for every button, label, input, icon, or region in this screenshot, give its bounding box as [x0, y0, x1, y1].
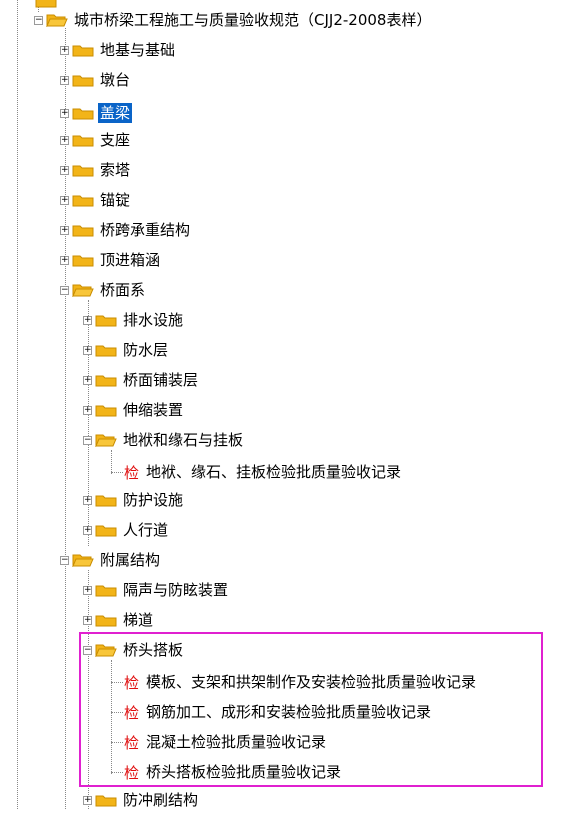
- expand-toggle-icon[interactable]: +: [83, 495, 92, 505]
- collapse-toggle-icon[interactable]: −: [83, 435, 92, 445]
- expand-toggle-icon[interactable]: +: [60, 225, 69, 235]
- collapse-toggle-icon[interactable]: −: [34, 15, 43, 25]
- tree-item-label: 防水层: [123, 341, 169, 359]
- tree-item-record[interactable]: 检 地袱、缘石、挂板检验批质量验收记录: [124, 457, 403, 487]
- tree-item-scour-protection[interactable]: + 防冲刷结构: [83, 785, 200, 815]
- folder-icon: [72, 43, 94, 57]
- expand-toggle-icon[interactable]: +: [83, 525, 92, 535]
- highlight-box: [79, 632, 543, 787]
- expand-toggle-icon[interactable]: +: [83, 345, 92, 355]
- folder-icon: [95, 403, 117, 417]
- folder-icon: [95, 493, 117, 507]
- folder-icon: [95, 523, 117, 537]
- tree-item-curb-fascia[interactable]: − 地袱和缘石与挂板: [83, 425, 245, 455]
- expand-toggle-icon[interactable]: +: [60, 45, 69, 55]
- tree-item-waterproof[interactable]: + 防水层: [83, 335, 170, 365]
- folder-icon: [72, 163, 94, 177]
- folder-icon: [95, 613, 117, 627]
- tree-item-foundation[interactable]: + 地基与基础: [60, 35, 177, 65]
- expand-toggle-icon[interactable]: +: [83, 615, 92, 625]
- tree-item-drainage[interactable]: + 排水设施: [83, 305, 185, 335]
- tree-item-label: 人行道: [123, 521, 169, 539]
- expand-toggle-icon[interactable]: +: [83, 795, 92, 805]
- tree-item-expansion-joint[interactable]: + 伸缩装置: [83, 395, 185, 425]
- expand-toggle-icon[interactable]: +: [83, 375, 92, 385]
- folder-open-icon: [72, 553, 94, 567]
- inspection-record-icon: 检: [124, 463, 140, 482]
- tree-item-box-culvert[interactable]: + 顶进箱涵: [60, 245, 162, 275]
- project-tree: − 城市桥梁工程施工与质量验收规范（CJJ2-2008表样） + 地基与基础 +…: [0, 0, 588, 809]
- tree-item-noise-barrier[interactable]: + 隔声与防眩装置: [83, 575, 230, 605]
- tree-item-label: 锚锭: [100, 191, 131, 209]
- tree-item-label: 桥面系: [100, 281, 146, 299]
- tree-guide-line: [111, 472, 123, 473]
- folder-icon: [72, 133, 94, 147]
- tree-item-span-structure[interactable]: + 桥跨承重结构: [60, 215, 192, 245]
- folder-open-icon: [72, 283, 94, 297]
- folder-icon: [95, 583, 117, 597]
- tree-item-label: 墩台: [100, 71, 131, 89]
- tree-item-anchorage[interactable]: + 锚锭: [60, 185, 132, 215]
- tree-item-capbeam[interactable]: + 盖梁: [60, 98, 133, 128]
- tree-item-label: 地袱和缘石与挂板: [123, 431, 244, 449]
- tree-item-label-selected: 盖梁: [98, 103, 133, 123]
- tree-item-label: 顶进箱涵: [100, 251, 161, 269]
- expand-toggle-icon[interactable]: +: [60, 165, 69, 175]
- folder-icon: [95, 793, 117, 807]
- tree-item-label: 伸缩装置: [123, 401, 184, 419]
- folder-icon: [72, 253, 94, 267]
- tree-item-label: 隔声与防眩装置: [123, 581, 229, 599]
- collapse-toggle-icon[interactable]: −: [60, 285, 69, 295]
- collapse-toggle-icon[interactable]: −: [60, 555, 69, 565]
- folder-icon: [95, 343, 117, 357]
- expand-toggle-icon[interactable]: +: [83, 405, 92, 415]
- folder-icon: [72, 193, 94, 207]
- tree-item-label: 地基与基础: [100, 41, 176, 59]
- expand-toggle-icon[interactable]: +: [60, 75, 69, 85]
- tree-item-sidewalk[interactable]: + 人行道: [83, 515, 170, 545]
- tree-item-label: 桥跨承重结构: [100, 221, 191, 239]
- expand-toggle-icon[interactable]: +: [83, 315, 92, 325]
- tree-item-label: 索塔: [100, 161, 131, 179]
- folder-open-icon: [46, 13, 68, 27]
- tree-item-guard[interactable]: + 防护设施: [83, 485, 185, 515]
- tree-item-label: 城市桥梁工程施工与质量验收规范（CJJ2-2008表样）: [74, 11, 432, 29]
- expand-toggle-icon[interactable]: +: [60, 108, 69, 118]
- folder-icon: [72, 223, 94, 237]
- tree-item-label: 梯道: [123, 611, 154, 629]
- folder-open-icon: [95, 433, 117, 447]
- expand-toggle-icon[interactable]: +: [60, 255, 69, 265]
- tree-item-bridge-deck[interactable]: − 桥面系: [60, 275, 147, 305]
- tree-item-root[interactable]: − 城市桥梁工程施工与质量验收规范（CJJ2-2008表样）: [34, 5, 433, 35]
- tree-guide-line: [17, 0, 18, 809]
- tree-item-tower[interactable]: + 索塔: [60, 155, 132, 185]
- folder-icon: [95, 313, 117, 327]
- tree-item-pier[interactable]: + 墩台: [60, 65, 132, 95]
- folder-icon: [72, 73, 94, 87]
- tree-item-deck-paving[interactable]: + 桥面铺装层: [83, 365, 200, 395]
- folder-icon: [95, 373, 117, 387]
- expand-toggle-icon[interactable]: +: [60, 195, 69, 205]
- tree-item-label: 附属结构: [100, 551, 161, 569]
- tree-item-stairway[interactable]: + 梯道: [83, 605, 155, 635]
- tree-item-label: 防护设施: [123, 491, 184, 509]
- tree-item-label: 地袱、缘石、挂板检验批质量验收记录: [146, 463, 402, 481]
- tree-item-label: 支座: [100, 131, 131, 149]
- tree-item-bearing[interactable]: + 支座: [60, 125, 132, 155]
- tree-item-ancillary[interactable]: − 附属结构: [60, 545, 162, 575]
- tree-item-label: 排水设施: [123, 311, 184, 329]
- tree-item-label: 防冲刷结构: [123, 791, 199, 809]
- expand-toggle-icon[interactable]: +: [60, 135, 69, 145]
- tree-item-label: 桥面铺装层: [123, 371, 199, 389]
- folder-icon: [72, 106, 94, 120]
- expand-toggle-icon[interactable]: +: [83, 585, 92, 595]
